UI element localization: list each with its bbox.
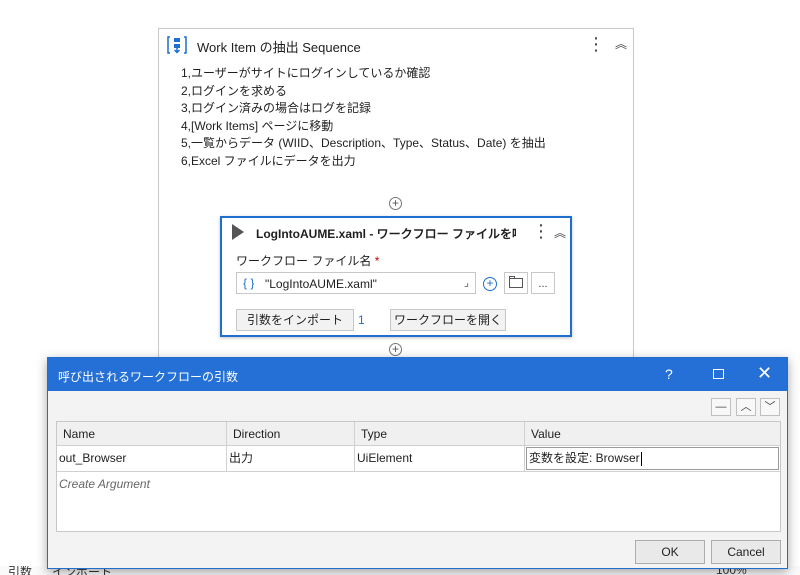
annotation-line: 1,ユーザーがサイトにログインしているか確認 <box>181 66 431 80</box>
workflow-file-value: "LogIntoAUME.xaml" <box>265 277 377 291</box>
dialog-title: 呼び出されるワークフローの引数 <box>58 370 239 384</box>
annotation-line: 4,[Work Items] ページに移動 <box>181 118 334 133</box>
dialog-titlebar[interactable]: 呼び出されるワークフローの引数 ? ✕ <box>48 358 787 391</box>
workflow-file-input[interactable]: { } "LogIntoAUME.xaml" ⌟ <box>236 272 476 294</box>
argument-type[interactable]: UiElement <box>355 446 525 471</box>
open-workflow-button[interactable]: ワークフローを開く <box>390 309 506 331</box>
argument-direction[interactable]: 出力 <box>227 446 355 471</box>
column-header-name[interactable]: Name <box>57 422 227 446</box>
invoke-title: LogIntoAUME.xaml - ワークフロー ファイルを呼... <box>256 227 516 241</box>
close-icon[interactable]: ✕ <box>757 363 772 383</box>
required-mark: * <box>374 254 380 268</box>
more-vertical-icon[interactable]: ⋮ <box>532 221 550 241</box>
sequence-annotation: 1,ユーザーがサイトにログインしているか確認 2,ログインを求める 3,ログイン… <box>181 65 546 170</box>
play-icon <box>232 224 244 240</box>
cancel-button[interactable]: Cancel <box>711 540 781 564</box>
text-caret <box>640 451 642 466</box>
collapse-chevrons-icon[interactable]: ︽ <box>615 35 627 52</box>
maximize-icon[interactable] <box>713 369 724 379</box>
workflow-file-label: ワークフロー ファイル名 * <box>236 252 379 269</box>
move-down-button[interactable]: ﹀ <box>760 398 780 416</box>
expression-braces-icon: { } <box>243 276 255 290</box>
invoke-workflow-activity[interactable]: LogIntoAUME.xaml - ワークフロー ファイルを呼... ⋮ ︽ … <box>220 216 572 337</box>
move-up-button[interactable]: ︿ <box>736 398 756 416</box>
column-header-type[interactable]: Type <box>355 422 525 446</box>
arguments-grid: Name Direction Type Value out_Browser 出力… <box>56 421 781 532</box>
collapse-chevrons-icon[interactable]: ︽ <box>554 224 566 241</box>
annotation-line: 2,ログインを求める <box>181 83 288 98</box>
expand-editor-icon[interactable]: ⌟ <box>464 276 469 289</box>
add-activity-icon[interactable]: + <box>389 197 402 210</box>
argument-value: 変数を設定: Browser <box>529 451 640 465</box>
create-argument-link[interactable]: Create Argument <box>59 477 150 491</box>
more-options-button[interactable]: ... <box>531 272 555 294</box>
sequence-title: Work Item の抽出 Sequence <box>197 40 361 55</box>
plus-circle-icon[interactable]: + <box>483 277 497 291</box>
arguments-dialog: 呼び出されるワークフローの引数 ? ✕ — ︿ ﹀ Name Direction… <box>47 357 788 569</box>
help-icon[interactable]: ? <box>665 366 673 382</box>
column-header-direction[interactable]: Direction <box>227 422 355 446</box>
more-vertical-icon[interactable]: ⋮ <box>587 34 605 54</box>
arguments-tab[interactable]: 引数 <box>8 566 32 575</box>
workflow-file-label-text: ワークフロー ファイル名 <box>236 254 372 268</box>
ok-button[interactable]: OK <box>635 540 705 564</box>
annotation-line: 5,一覧からデータ (WIID、Description、Type、Status、… <box>181 136 546 150</box>
annotation-line: 6,Excel ファイルにデータを出力 <box>181 153 356 168</box>
argument-count-badge: 1 <box>358 313 365 327</box>
remove-argument-button[interactable]: — <box>711 398 731 416</box>
add-activity-icon[interactable]: + <box>389 343 402 356</box>
annotation-line: 3,ログイン済みの場合はログを記録 <box>181 101 372 115</box>
grid-header: Name Direction Type Value <box>57 422 780 446</box>
argument-name[interactable]: out_Browser <box>57 446 227 471</box>
table-row[interactable]: out_Browser 出力 UiElement 変数を設定: Browser <box>57 446 780 472</box>
argument-value-input[interactable]: 変数を設定: Browser <box>526 447 779 470</box>
sequence-header: Work Item の抽出 Sequence ⋮ ︽ <box>159 29 633 61</box>
column-header-value[interactable]: Value <box>525 422 780 446</box>
folder-icon <box>509 278 523 288</box>
browse-folder-button[interactable] <box>504 272 528 294</box>
sequence-icon <box>167 36 187 54</box>
import-arguments-button[interactable]: 引数をインポート <box>236 309 354 331</box>
